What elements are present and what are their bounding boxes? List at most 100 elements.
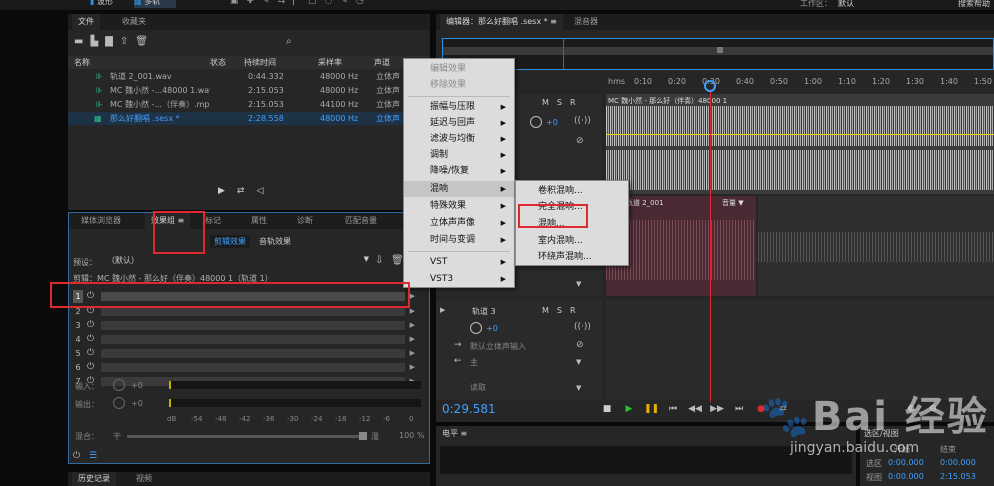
tab-properties[interactable]: 属性 xyxy=(245,213,273,229)
file-row[interactable]: ⊪ MC 魏小然 -...48000 1.wav 2:15.053 48000 … xyxy=(68,84,430,97)
file-row[interactable]: ⊪ MC 魏小然 -...（伴奏）.mp3 2:15.053 44100 Hz … xyxy=(68,98,430,111)
stop-icon[interactable]: ■ xyxy=(600,402,614,416)
slot-field[interactable] xyxy=(101,307,405,316)
slot-field[interactable] xyxy=(101,321,405,330)
rack-power-icon[interactable]: ⏻ xyxy=(73,451,80,461)
mute-button[interactable]: M xyxy=(542,98,557,107)
search-icon[interactable]: ⌕ xyxy=(286,36,292,47)
menu-item-convolution-reverb[interactable]: 卷积混响... xyxy=(516,183,628,199)
automation-select[interactable]: 读取 xyxy=(470,382,486,393)
track-volume-value[interactable]: +0 xyxy=(486,324,498,333)
subtab-track-effects[interactable]: 音轨效果 xyxy=(255,235,295,248)
ws-tab-multitrack[interactable]: ▦ 多轨 xyxy=(134,0,176,8)
power-icon[interactable]: ⏻ xyxy=(87,361,94,374)
preset-select[interactable]: （默认） ▼ xyxy=(107,255,369,267)
go-start-icon[interactable]: ⏮ xyxy=(666,402,680,416)
menu-item-edit-effect[interactable]: 编辑效果 xyxy=(404,61,514,77)
menu-item-modulation[interactable]: 调制 ▶ xyxy=(404,147,514,163)
ws-tab-waveform[interactable]: ▮ 波形 xyxy=(90,0,130,8)
volume-envelope[interactable] xyxy=(606,134,994,135)
import-icon[interactable]: ▙ xyxy=(90,36,105,47)
collapse-arrow-icon[interactable]: ▶ xyxy=(440,306,445,314)
solo-button[interactable]: S xyxy=(557,306,570,315)
menu-item-vst[interactable]: VST ▶ xyxy=(404,254,514,270)
subtab-clip-effects[interactable]: 剪辑效果 xyxy=(210,235,250,248)
play-icon[interactable]: ▶ xyxy=(218,186,237,196)
menu-item-remove-effect[interactable]: 移除效果 xyxy=(404,77,514,93)
menu-icon[interactable]: ≡ xyxy=(461,429,468,438)
slot-field[interactable] xyxy=(101,363,405,372)
col-duration[interactable]: 持续时间 xyxy=(244,56,276,69)
tool-icons[interactable]: ▣✚✎⇆▏▢◌✎◔ xyxy=(230,0,372,6)
record-button[interactable]: R xyxy=(570,98,584,107)
file-row-selected[interactable]: ▦ 那么好翻唱 .sesx * 2:28.558 48000 Hz 立体声 xyxy=(68,112,430,125)
menu-item-vst3[interactable]: VST3 ▶ xyxy=(404,271,514,287)
view-end[interactable]: 2:15.053 xyxy=(940,472,976,481)
chevron-right-icon[interactable]: ▶ xyxy=(410,305,415,318)
mute-button[interactable]: M xyxy=(542,306,557,315)
record-button[interactable]: R xyxy=(570,306,584,315)
selection-end[interactable]: 0:00.000 xyxy=(940,458,976,467)
tab-editor[interactable]: 编辑器：那么好翻唱 .sesx * ≡ xyxy=(440,14,563,30)
track-name[interactable]: 轨道 3 xyxy=(472,306,496,317)
menu-item-reverb[interactable]: 混响 ▶ xyxy=(404,181,514,197)
power-icon[interactable]: ⏻ xyxy=(87,347,94,360)
output-gain-value[interactable]: +0 xyxy=(131,399,143,408)
col-status[interactable]: 状态 xyxy=(210,56,226,69)
new-file-icon[interactable]: ▇ xyxy=(105,36,120,47)
dropdown-arrow-icon[interactable]: ▼ xyxy=(576,358,581,366)
file-row[interactable]: ⊪ 轨道 2_001.wav 0:44.332 48000 Hz 立体声 xyxy=(68,70,430,83)
input-select[interactable]: 默认立体声输入 xyxy=(470,341,526,352)
tab-media-browser[interactable]: 媒体浏览器 xyxy=(75,213,127,229)
workspace-select[interactable]: 默认 xyxy=(838,0,854,9)
input-gain-knob[interactable] xyxy=(113,379,125,391)
tab-match-volume[interactable]: 匹配音量 xyxy=(339,213,383,229)
loop-icon[interactable]: ⇄ xyxy=(237,186,257,196)
chevron-right-icon[interactable]: ▶ xyxy=(410,333,415,346)
delete-icon[interactable]: 🗑 xyxy=(135,36,155,47)
menu-icon[interactable]: ≡ xyxy=(550,17,557,26)
timeline-ruler[interactable]: hms 0:10 0:20 0:30 0:40 0:50 1:00 1:10 1… xyxy=(606,74,994,94)
chevron-right-icon[interactable]: ▶ xyxy=(410,290,415,303)
effect-slot[interactable]: 5 ⏻ ▶ xyxy=(69,347,417,360)
col-samplerate[interactable]: 采样率 xyxy=(318,56,342,69)
open-folder-icon[interactable]: ▬ xyxy=(74,36,90,47)
overview-handle[interactable] xyxy=(717,47,723,53)
menu-item-delay[interactable]: 延迟与回声 ▶ xyxy=(404,115,514,131)
mix-slider-thumb[interactable] xyxy=(359,432,367,440)
route-icon[interactable]: ⊘ xyxy=(576,136,584,146)
dropdown-arrow-icon[interactable]: ▼ xyxy=(576,280,581,288)
effect-slot[interactable]: 3 ⏻ ▶ xyxy=(69,319,417,332)
chevron-right-icon[interactable]: ▶ xyxy=(410,347,415,360)
tab-files[interactable]: 文件 xyxy=(72,14,100,30)
tab-mixer[interactable]: 混音器 xyxy=(568,14,604,30)
menu-item-time-pitch[interactable]: 时间与变调 ▶ xyxy=(404,232,514,248)
rewind-icon[interactable]: ◀◀ xyxy=(688,402,702,416)
power-icon[interactable]: ⏻ xyxy=(87,319,94,332)
play-icon[interactable]: ▶ xyxy=(622,402,636,416)
save-preset-icon[interactable]: ⇩ xyxy=(375,255,383,266)
view-start[interactable]: 0:00.000 xyxy=(888,472,924,481)
effect-slot[interactable]: 6 ⏻ ▶ xyxy=(69,361,417,374)
menu-item-filter-eq[interactable]: 滤波与均衡 ▶ xyxy=(404,131,514,147)
tab-favorites[interactable]: 收藏夹 xyxy=(116,14,152,30)
chevron-right-icon[interactable]: ▶ xyxy=(410,319,415,332)
pause-icon[interactable]: ❚❚ xyxy=(644,402,659,416)
rack-list-icon[interactable]: ☰ xyxy=(89,451,97,461)
playhead-marker-icon[interactable] xyxy=(704,80,716,92)
menu-item-special[interactable]: 特殊效果 ▶ xyxy=(404,198,514,214)
tab-diagnostics[interactable]: 诊断 xyxy=(291,213,319,229)
search-help-input[interactable]: 搜索帮助 xyxy=(958,0,990,9)
input-gain-value[interactable]: +0 xyxy=(131,381,143,390)
effect-slot[interactable]: 4 ⏻ ▶ xyxy=(69,333,417,346)
power-icon[interactable]: ⏻ xyxy=(87,333,94,346)
menu-item-noise-reduction[interactable]: 降噪/恢复 ▶ xyxy=(404,163,514,179)
col-name[interactable]: 名称 xyxy=(74,56,90,69)
monitor-icon[interactable]: ((·)) xyxy=(574,322,591,332)
output-select[interactable]: 主 xyxy=(470,357,478,368)
menu-item-amplitude[interactable]: 振幅与压限 ▶ xyxy=(404,99,514,115)
solo-button[interactable]: S xyxy=(557,98,570,107)
route-icon[interactable]: ⊘ xyxy=(576,340,584,350)
menu-item-studio-reverb[interactable]: 室内混响... xyxy=(516,233,628,249)
volume-knob[interactable] xyxy=(470,322,482,334)
